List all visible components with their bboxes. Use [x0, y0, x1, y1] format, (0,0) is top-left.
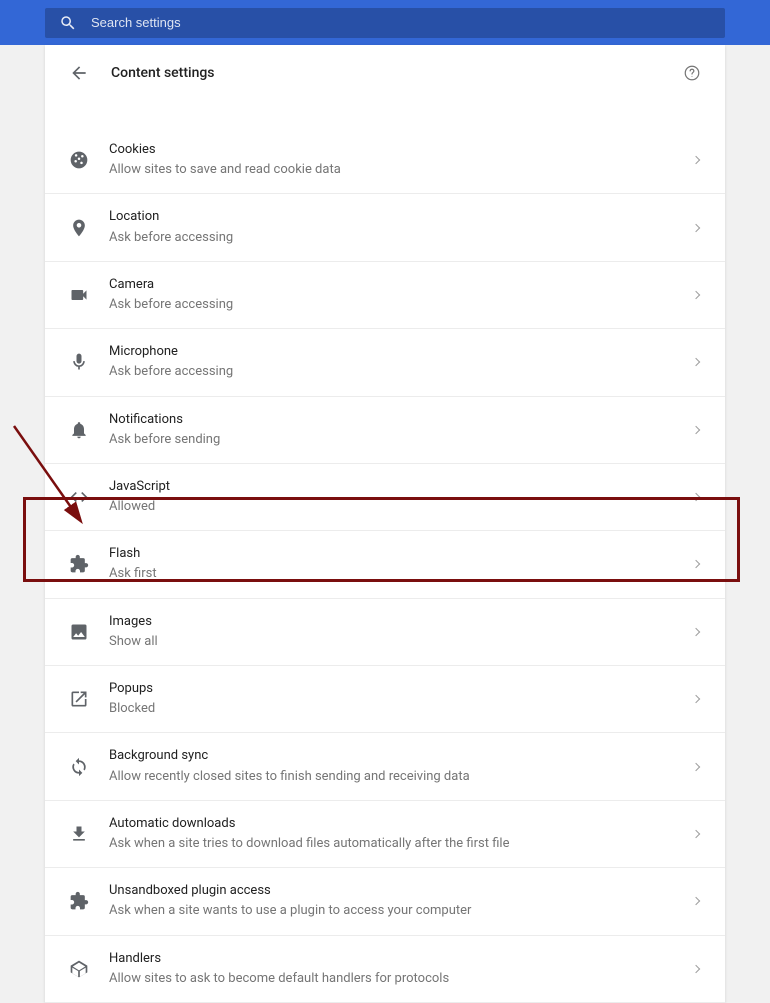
row-images[interactable]: Images Show all: [45, 599, 725, 666]
row-javascript[interactable]: JavaScript Allowed: [45, 464, 725, 531]
row-title: Background sync: [109, 747, 693, 765]
sync-icon: [69, 757, 89, 777]
microphone-icon: [69, 352, 89, 372]
row-text: Unsandboxed plugin access Ask when a sit…: [109, 882, 693, 920]
row-camera[interactable]: Camera Ask before accessing: [45, 262, 725, 329]
search-box[interactable]: [45, 8, 725, 38]
chevron-right-icon: [692, 493, 700, 501]
row-sub: Allowed: [109, 498, 693, 516]
chevron-right-icon: [692, 964, 700, 972]
row-title: Microphone: [109, 343, 693, 361]
chevron-right-icon: [692, 897, 700, 905]
row-cookies[interactable]: Cookies Allow sites to save and read coo…: [45, 127, 725, 194]
row-text: Flash Ask first: [109, 545, 693, 583]
row-sub: Blocked: [109, 700, 693, 718]
row-title: Notifications: [109, 411, 693, 429]
chevron-right-icon: [692, 425, 700, 433]
row-sub: Show all: [109, 633, 693, 651]
row-title: Unsandboxed plugin access: [109, 882, 693, 900]
row-handlers[interactable]: Handlers Allow sites to ask to become de…: [45, 936, 725, 1003]
row-popups[interactable]: Popups Blocked: [45, 666, 725, 733]
row-sub: Allow sites to ask to become default han…: [109, 970, 693, 988]
chevron-right-icon: [692, 560, 700, 568]
row-text: Cookies Allow sites to save and read coo…: [109, 141, 693, 179]
panel-header: Content settings: [45, 45, 725, 95]
row-bgsync[interactable]: Background sync Allow recently closed si…: [45, 733, 725, 800]
download-icon: [69, 824, 89, 844]
row-text: Location Ask before accessing: [109, 208, 693, 246]
row-sub: Ask when a site tries to download files …: [109, 835, 693, 853]
image-icon: [69, 622, 89, 642]
row-autodl[interactable]: Automatic downloads Ask when a site trie…: [45, 801, 725, 868]
row-text: Microphone Ask before accessing: [109, 343, 693, 381]
bell-icon: [69, 420, 89, 440]
row-notifications[interactable]: Notifications Ask before sending: [45, 397, 725, 464]
row-text: Images Show all: [109, 613, 693, 651]
row-sub: Ask when a site wants to use a plugin to…: [109, 902, 693, 920]
chevron-right-icon: [692, 358, 700, 366]
row-text: Popups Blocked: [109, 680, 693, 718]
code-icon: [69, 487, 89, 507]
row-text: Camera Ask before accessing: [109, 276, 693, 314]
row-title: Flash: [109, 545, 693, 563]
row-text: Automatic downloads Ask when a site trie…: [109, 815, 693, 853]
cookie-icon: [69, 150, 89, 170]
row-title: Images: [109, 613, 693, 631]
row-location[interactable]: Location Ask before accessing: [45, 194, 725, 261]
plugin-icon: [69, 554, 89, 574]
help-icon[interactable]: [683, 64, 701, 82]
row-text: Background sync Allow recently closed si…: [109, 747, 693, 785]
row-text: Handlers Allow sites to ask to become de…: [109, 950, 693, 988]
row-sub: Ask before accessing: [109, 229, 693, 247]
row-title: Location: [109, 208, 693, 226]
row-title: Handlers: [109, 950, 693, 968]
row-title: Cookies: [109, 141, 693, 159]
chevron-right-icon: [692, 223, 700, 231]
row-sub: Ask before sending: [109, 431, 693, 449]
settings-panel: Content settings Cookies Allow sites to …: [45, 45, 725, 1003]
row-text: Notifications Ask before sending: [109, 411, 693, 449]
chevron-right-icon: [692, 695, 700, 703]
location-icon: [69, 218, 89, 238]
chevron-right-icon: [692, 628, 700, 636]
row-unsandboxed[interactable]: Unsandboxed plugin access Ask when a sit…: [45, 868, 725, 935]
chevron-right-icon: [692, 830, 700, 838]
search-icon: [59, 14, 77, 32]
page-title: Content settings: [111, 65, 683, 81]
top-bar: [0, 0, 770, 45]
plugin-icon: [69, 891, 89, 911]
row-text: JavaScript Allowed: [109, 478, 693, 516]
row-sub: Allow recently closed sites to finish se…: [109, 768, 693, 786]
row-microphone[interactable]: Microphone Ask before accessing: [45, 329, 725, 396]
row-title: Automatic downloads: [109, 815, 693, 833]
chevron-right-icon: [692, 156, 700, 164]
handlers-icon: [69, 959, 89, 979]
chevron-right-icon: [692, 762, 700, 770]
popup-icon: [69, 689, 89, 709]
row-sub: Ask before accessing: [109, 296, 693, 314]
row-title: Camera: [109, 276, 693, 294]
row-sub: Ask first: [109, 565, 693, 583]
content-list: Cookies Allow sites to save and read coo…: [45, 95, 725, 1003]
row-flash[interactable]: Flash Ask first: [45, 531, 725, 598]
camera-icon: [69, 285, 89, 305]
chevron-right-icon: [692, 291, 700, 299]
row-sub: Allow sites to save and read cookie data: [109, 161, 693, 179]
back-icon[interactable]: [69, 63, 89, 83]
row-title: JavaScript: [109, 478, 693, 496]
row-sub: Ask before accessing: [109, 363, 693, 381]
row-title: Popups: [109, 680, 693, 698]
search-input[interactable]: [91, 15, 711, 30]
